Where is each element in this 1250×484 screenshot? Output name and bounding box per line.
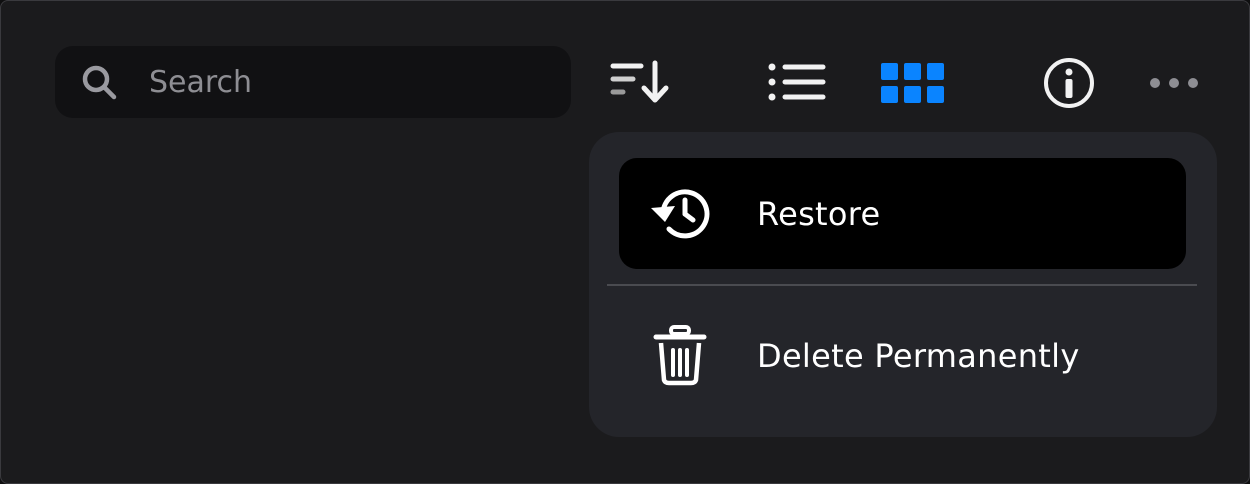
restore-history-icon — [651, 189, 710, 239]
menu-item-delete-permanently[interactable]: Delete Permanently — [619, 300, 1186, 411]
info-icon — [1044, 58, 1094, 108]
list-view-button[interactable] — [765, 59, 829, 105]
trash-icon — [653, 325, 707, 386]
sort-button[interactable] — [605, 57, 671, 107]
menu-item-label: Restore — [757, 194, 881, 233]
grid-view-icon — [881, 63, 944, 103]
context-menu: Restore Delete Permanently — [589, 132, 1217, 437]
search-input[interactable] — [149, 60, 549, 104]
app-window: Restore Delete Permanently — [0, 0, 1250, 484]
more-button[interactable] — [1147, 73, 1201, 93]
list-view-icon — [768, 63, 826, 101]
menu-divider — [607, 284, 1197, 286]
more-horizontal-icon — [1150, 78, 1198, 88]
info-button[interactable] — [1041, 55, 1097, 111]
menu-item-restore[interactable]: Restore — [619, 158, 1186, 269]
sort-descending-icon — [610, 60, 669, 103]
search-icon — [82, 65, 117, 100]
grid-view-button[interactable] — [879, 61, 947, 107]
menu-item-label: Delete Permanently — [757, 336, 1080, 375]
search-bar[interactable] — [55, 46, 571, 118]
